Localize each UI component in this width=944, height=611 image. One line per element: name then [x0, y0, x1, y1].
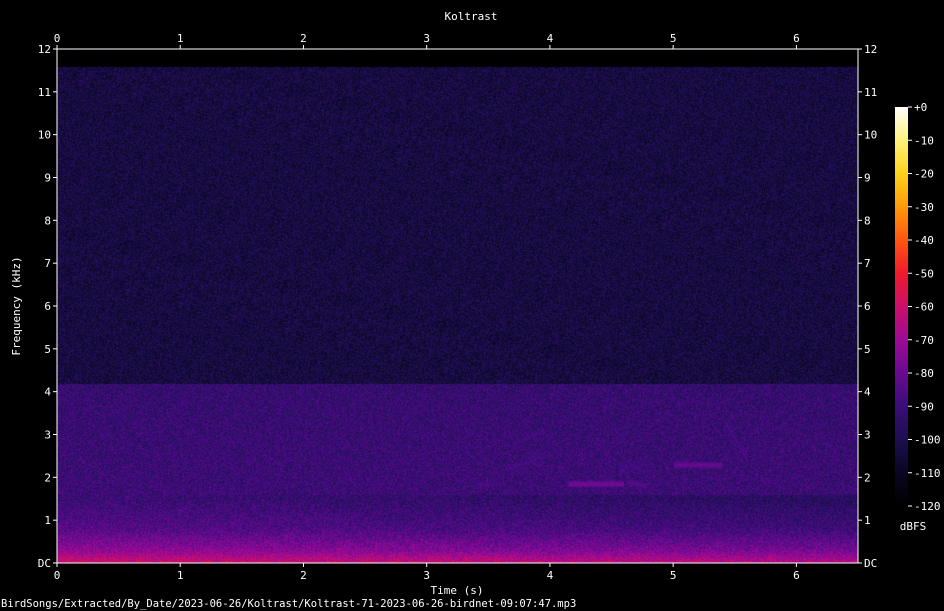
- x-tick-label-bottom: 2: [300, 569, 307, 582]
- spectrogram-figure: Koltrast 00112233445566DC DC1 12 23 34 45 56 67…: [0, 0, 944, 611]
- x-tick-label-top: 0: [54, 32, 61, 45]
- x-tick-label-bottom: 0: [54, 569, 61, 582]
- y-tick-label-left: 12: [38, 43, 51, 56]
- x-tick-label-top: 4: [547, 32, 554, 45]
- colorbar-tick-label: -10: [914, 134, 934, 147]
- colorbar-tick-label: +0: [914, 101, 927, 114]
- y-tick-label-right: 2: [864, 471, 871, 484]
- colorbar-tick-label: -50: [914, 267, 934, 280]
- y-tick-label-left: 9: [44, 172, 51, 185]
- colorbar-tick-label: -120: [914, 500, 941, 513]
- y-tick-label-left: 6: [44, 300, 51, 313]
- colorbar-tick-label: -70: [914, 334, 934, 347]
- y-tick-label-left: 3: [44, 429, 51, 442]
- x-tick-label-top: 3: [423, 32, 430, 45]
- y-tick-label-left: 4: [44, 386, 51, 399]
- y-tick-label-right: 7: [864, 257, 871, 270]
- y-tick-label-left: 11: [38, 86, 51, 99]
- x-tick-label-bottom: 4: [547, 569, 554, 582]
- y-tick-label-right: 6: [864, 300, 871, 313]
- colorbar-tick-label: -80: [914, 367, 934, 380]
- colorbar-tick-label: -90: [914, 400, 934, 413]
- x-tick-label-bottom: 3: [423, 569, 430, 582]
- y-tick-label-left: 1: [44, 514, 51, 527]
- x-tick-label-top: 6: [793, 32, 800, 45]
- colorbar-tick-label: -30: [914, 201, 934, 214]
- colorbar-tick-label: -60: [914, 301, 934, 314]
- y-tick-label-left: 2: [44, 471, 51, 484]
- y-tick-label-left: 8: [44, 214, 51, 227]
- x-tick-label-bottom: 5: [670, 569, 677, 582]
- y-tick-label-right: 4: [864, 386, 871, 399]
- colorbar-label: dBFS: [900, 520, 927, 533]
- colorbar-tick-label: -40: [914, 234, 934, 247]
- colorbar-tick-label: -100: [914, 434, 941, 447]
- y-tick-label-right: 12: [864, 43, 877, 56]
- y-tick-label-right: DC: [864, 557, 877, 570]
- y-tick-label-right: 11: [864, 86, 877, 99]
- x-tick-label-bottom: 1: [177, 569, 184, 582]
- colorbar-tick-label: -110: [914, 467, 941, 480]
- y-tick-label-right: 8: [864, 214, 871, 227]
- spectrogram-image: [57, 49, 858, 563]
- file-path: BirdSongs/Extracted/By_Date/2023-06-26/K…: [1, 598, 576, 610]
- y-tick-label-left: 10: [38, 129, 51, 142]
- y-tick-label-right: 10: [864, 129, 877, 142]
- colorbar-tick-label: -20: [914, 168, 934, 181]
- chart-title: Koltrast: [445, 10, 498, 23]
- y-tick-label-right: 9: [864, 172, 871, 185]
- x-tick-label-top: 5: [670, 32, 677, 45]
- x-tick-label-top: 1: [177, 32, 184, 45]
- y-tick-label-right: 5: [864, 343, 871, 356]
- y-tick-label-left: 7: [44, 257, 51, 270]
- y-axis-label: Frequency (kHz): [10, 256, 23, 355]
- y-tick-label-left: 5: [44, 343, 51, 356]
- x-tick-label-bottom: 6: [793, 569, 800, 582]
- x-tick-label-top: 2: [300, 32, 307, 45]
- y-tick-label-right: 1: [864, 514, 871, 527]
- colorbar-gradient: [895, 107, 908, 506]
- y-tick-label-right: 3: [864, 429, 871, 442]
- x-axis-label: Time (s): [431, 584, 484, 597]
- spectrogram-plot: [56, 48, 859, 564]
- y-tick-label-left: DC: [38, 557, 51, 570]
